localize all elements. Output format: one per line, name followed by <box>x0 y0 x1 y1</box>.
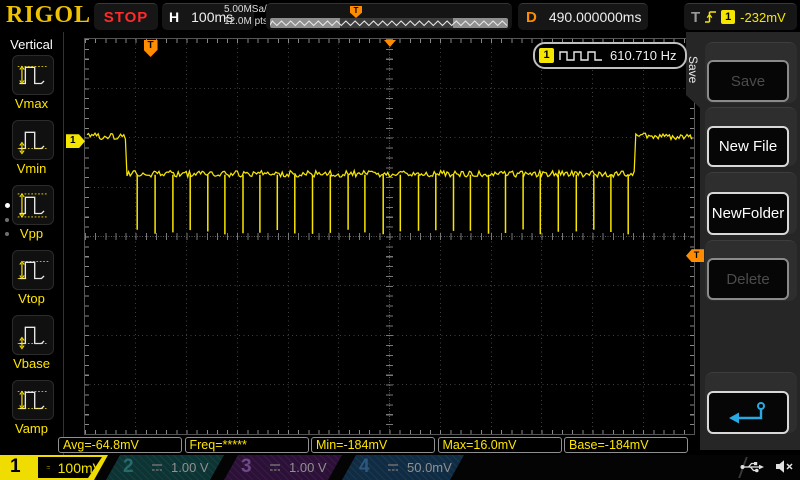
return-arrow-icon <box>726 400 770 426</box>
waveform-overview-strip[interactable]: T <box>266 3 512 30</box>
measurement-avg: Avg=-64.8mV <box>58 437 182 453</box>
run-state-badge[interactable]: STOP <box>94 3 158 30</box>
channel-scale: 1.00 V <box>171 460 209 475</box>
dc-coupling-icon <box>386 462 400 473</box>
delete-button[interactable]: Delete <box>707 258 789 300</box>
sidebar-item-label: Vtop <box>0 291 63 306</box>
vmax-icon <box>12 55 54 95</box>
trigger-level-value: -232mV <box>740 10 786 25</box>
ch1-ground-marker[interactable]: 1 <box>66 134 85 148</box>
vpp-icon <box>12 185 54 225</box>
oscilloscope-screen: RIGOL STOP H 100ms 5.00MSa/s 12.0M pts T… <box>0 0 800 480</box>
dc-coupling-icon <box>150 462 164 473</box>
dc-coupling-icon <box>268 462 282 473</box>
new-file-button[interactable]: New File <box>707 126 789 167</box>
frequency-counter: 1 610.710 Hz <box>533 42 687 69</box>
channel-scale: 100mV <box>58 460 102 476</box>
overview-bar <box>270 18 508 28</box>
d-label: D <box>526 9 537 26</box>
speaker-muted-icon <box>775 459 794 479</box>
h-label: H <box>169 9 179 25</box>
measurement-freq: Freq=***** <box>185 437 309 453</box>
channel-2-badge[interactable]: 2 1.00 V <box>106 455 224 480</box>
channel-scale: 1.00 V <box>289 460 327 475</box>
channel-3-badge[interactable]: 3 1.00 V <box>224 455 342 480</box>
delay-position-marker[interactable] <box>384 40 396 47</box>
measurement-base: Base=-184mV <box>564 437 688 453</box>
t-label: T <box>691 9 700 26</box>
overview-trigger-flag[interactable]: T <box>350 6 362 18</box>
back-button[interactable] <box>707 391 789 434</box>
rigol-logo: RIGOL <box>6 2 91 29</box>
sidebar-item-label: Vpp <box>0 226 63 241</box>
overview-waveform <box>270 18 508 28</box>
left-measure-menu: Vertical Vmax Vmin Vpp Vtop Vbase Vamp <box>0 32 64 455</box>
channel-scale: 50.0mV <box>407 460 452 475</box>
graticule: T T 1 1 610.710 Hz <box>84 38 695 435</box>
sidebar-item-vpp[interactable]: Vpp <box>0 185 63 247</box>
sidebar-item-vtop[interactable]: Vtop <box>0 250 63 312</box>
sidebar-item-label: Vbase <box>0 356 63 371</box>
channel-status-bar: 1 100mV 2 1.00 V 3 1.00 V 4 50.0mV <box>0 455 800 480</box>
left-menu-title: Vertical <box>0 37 63 52</box>
top-status-bar: RIGOL STOP H 100ms 5.00MSa/s 12.0M pts T… <box>0 0 800 32</box>
acquisition-info: 5.00MSa/s 12.0M pts <box>224 4 270 28</box>
freq-counter-channel-badge: 1 <box>539 48 554 63</box>
sidebar-item-label: Vmin <box>0 161 63 176</box>
sample-rate: 5.00MSa/s <box>224 4 270 16</box>
dc-coupling-icon <box>46 462 51 473</box>
trigger-readout-box[interactable]: T 1 -232mV <box>684 3 797 30</box>
delay-readout-box[interactable]: D 490.000000ms <box>518 3 648 30</box>
sidebar-item-vmax[interactable]: Vmax <box>0 55 63 117</box>
sidebar-item-vmin[interactable]: Vmin <box>0 120 63 182</box>
channel-number: 4 <box>359 456 370 478</box>
newfolder-button[interactable]: NewFolder <box>707 192 789 235</box>
ch1-waveform-trace <box>85 39 694 434</box>
measurement-max: Max=16.0mV <box>438 437 562 453</box>
frequency-value: 610.710 Hz <box>610 48 677 63</box>
channel-1-badge[interactable]: 1 100mV <box>0 455 112 480</box>
channel-number: 1 <box>10 456 21 478</box>
vbase-icon <box>12 315 54 355</box>
channel-number: 3 <box>241 456 252 478</box>
usb-icon <box>740 460 765 479</box>
channel-number: 2 <box>123 456 134 478</box>
vmin-icon <box>12 120 54 160</box>
square-wave-icon <box>559 49 603 62</box>
memory-depth: 12.0M pts <box>224 16 270 28</box>
vtop-icon <box>12 250 54 290</box>
sidebar-item-vbase[interactable]: Vbase <box>0 315 63 377</box>
save-button[interactable]: Save <box>707 60 789 102</box>
rising-edge-icon <box>704 9 717 25</box>
sidebar-item-label: Vamp <box>0 421 63 436</box>
menu-tab-save: Save <box>686 32 700 108</box>
vamp-icon <box>12 380 54 420</box>
right-soft-menu: Save SaveNew FileNewFolderDelete <box>700 32 800 450</box>
sidebar-item-label: Vmax <box>0 96 63 111</box>
channel-4-badge[interactable]: 4 50.0mV <box>342 455 464 480</box>
trigger-source-badge: 1 <box>721 10 735 24</box>
sidebar-item-vamp[interactable]: Vamp <box>0 380 63 442</box>
delay-value: 490.000000ms <box>549 9 642 25</box>
measurement-min: Min=-184mV <box>311 437 435 453</box>
